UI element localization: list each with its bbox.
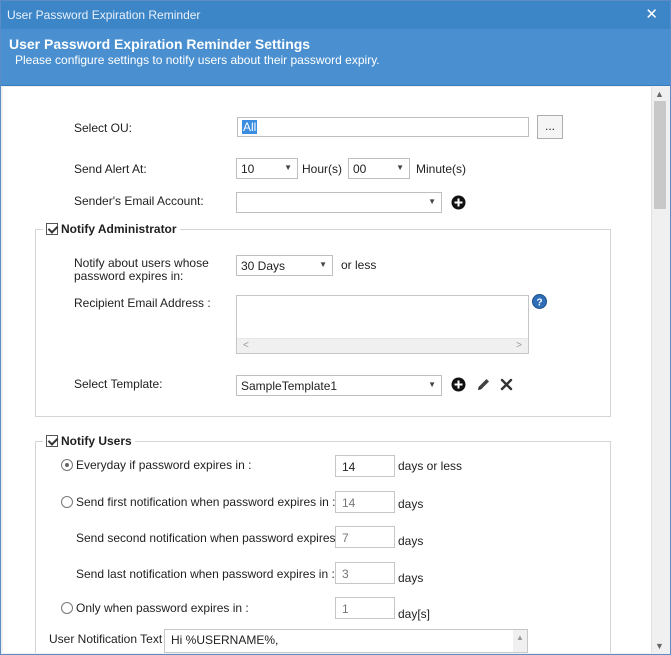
admin-expires-value: 30 Days (241, 259, 286, 273)
close-icon[interactable]: ✕ (645, 5, 658, 23)
everyday-suffix: days or less (398, 459, 463, 473)
scroll-up-icon[interactable]: ▲ (655, 89, 664, 99)
admin-expires-suffix: or less (341, 258, 377, 272)
add-icon[interactable] (451, 377, 466, 392)
checkbox-checked-icon (46, 435, 58, 447)
scroll-up-icon[interactable]: ▲ (516, 633, 524, 642)
vertical-scrollbar[interactable]: ▲ ▼ (651, 87, 668, 653)
send-alert-label: Send Alert At: (74, 162, 147, 176)
select-template-label: Select Template: (74, 377, 163, 391)
staged-notification-radio[interactable] (61, 496, 73, 508)
help-icon[interactable]: ? (532, 294, 547, 309)
only-when-input[interactable]: 1 (335, 597, 395, 619)
notify-users-checkbox[interactable]: Notify Users (43, 434, 135, 448)
checkbox-checked-icon (46, 223, 58, 235)
chevron-down-icon: ▼ (319, 260, 327, 269)
everyday-label: Everyday if password expires in : (76, 458, 252, 472)
header-title: User Password Expiration Reminder Settin… (9, 36, 311, 52)
everyday-days-input[interactable]: 14 (335, 455, 395, 477)
window-title: User Password Expiration Reminder (7, 8, 201, 22)
notify-users-group (35, 441, 611, 653)
chevron-down-icon: ▼ (428, 197, 436, 206)
first-notification-label: Send first notification when password ex… (76, 495, 336, 509)
only-when-value: 1 (342, 602, 349, 616)
second-notification-input[interactable]: 7 (335, 526, 395, 548)
minute-select[interactable]: 00 ▼ (348, 158, 410, 179)
text-scrollbar[interactable]: ▲ (513, 630, 527, 652)
recipient-email-input[interactable]: < > (236, 295, 529, 354)
browse-ou-button[interactable]: ... (537, 115, 563, 139)
settings-header: User Password Expiration Reminder Settin… (1, 29, 670, 86)
select-ou-label: Select OU: (74, 121, 133, 135)
notify-admin-checkbox[interactable]: Notify Administrator (43, 222, 180, 236)
only-when-radio[interactable] (61, 602, 73, 614)
everyday-radio[interactable] (61, 459, 73, 471)
first-notification-input[interactable]: 14 (335, 491, 395, 513)
delete-icon[interactable] (500, 378, 513, 391)
first-notification-suffix: days (398, 497, 424, 511)
first-notification-value: 14 (342, 496, 356, 510)
title-bar: User Password Expiration Reminder ✕ (1, 1, 670, 29)
admin-expires-label-line1: Notify about users whose (74, 256, 209, 270)
scroll-right-icon[interactable]: > (516, 340, 522, 351)
notify-users-title: Notify Users (61, 434, 132, 448)
scroll-thumb[interactable] (654, 101, 666, 209)
horizontal-scrollbar[interactable]: < > (237, 338, 528, 353)
ou-value: All (242, 120, 258, 134)
last-notification-suffix: days (398, 571, 424, 585)
user-notification-text-value: Hi %USERNAME%, (171, 633, 279, 647)
notify-admin-title: Notify Administrator (61, 222, 177, 236)
only-when-label: Only when password expires in : (76, 601, 249, 615)
chevron-down-icon: ▼ (284, 163, 292, 172)
chevron-down-icon: ▼ (396, 163, 404, 172)
svg-text:?: ? (536, 298, 542, 309)
hour-unit-label: Hour(s) (302, 162, 343, 176)
second-notification-value: 7 (342, 531, 349, 545)
only-when-suffix: day[s] (398, 607, 431, 621)
last-notification-value: 3 (342, 567, 349, 581)
hour-select[interactable]: 10 ▼ (236, 158, 298, 179)
scroll-down-icon[interactable]: ▼ (655, 641, 664, 651)
template-value: SampleTemplate1 (241, 379, 338, 393)
pencil-icon[interactable] (476, 377, 491, 392)
admin-expires-label-line2: password expires in: (74, 269, 184, 283)
last-notification-input[interactable]: 3 (335, 562, 395, 584)
scroll-left-icon[interactable]: < (243, 340, 249, 351)
minute-unit-label: Minute(s) (416, 162, 467, 176)
sender-email-label: Sender's Email Account: (74, 194, 204, 208)
second-notification-label: Send second notification when password e… (76, 531, 355, 545)
last-notification-label: Send last notification when password exp… (76, 567, 335, 581)
admin-expires-select[interactable]: 30 Days ▼ (236, 255, 333, 276)
hour-value: 10 (241, 162, 255, 176)
ou-input[interactable]: All (237, 117, 529, 137)
user-notification-text-input[interactable]: Hi %USERNAME%, ▲ (164, 629, 528, 653)
chevron-down-icon: ▼ (428, 380, 436, 389)
add-icon[interactable] (451, 195, 466, 210)
template-select[interactable]: SampleTemplate1 ▼ (236, 375, 442, 396)
recipient-email-label: Recipient Email Address : (74, 296, 211, 310)
second-notification-suffix: days (398, 534, 424, 548)
user-notification-text-label: User Notification Text : (49, 632, 169, 646)
minute-value: 00 (353, 162, 367, 176)
settings-panel: Select OU: All ... Send Alert At: 10 ▼ H… (3, 87, 651, 653)
sender-email-select[interactable]: ▼ (236, 192, 442, 213)
everyday-days-value: 14 (342, 460, 356, 474)
header-subtitle: Please configure settings to notify user… (15, 53, 380, 67)
